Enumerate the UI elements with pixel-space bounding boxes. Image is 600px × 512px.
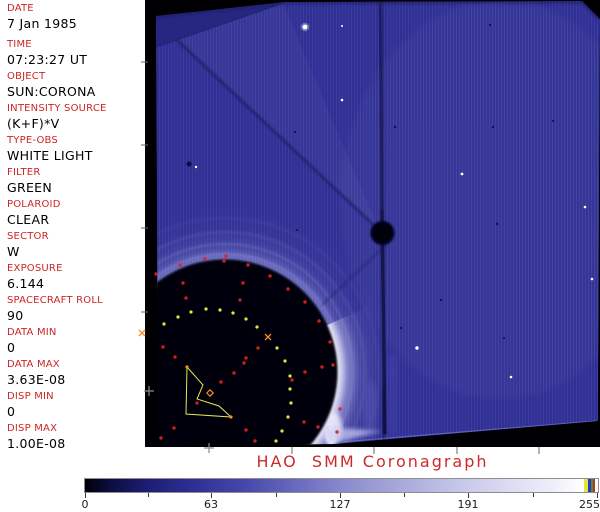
field-value: WHITE LIGHT <box>7 148 93 163</box>
metadata-field: INTENSITY SOURCE (K+F)*V <box>7 103 107 131</box>
field-label: OBJECT <box>7 71 46 82</box>
metadata-field: SPACECRAFT ROLL 90 <box>7 295 103 323</box>
metadata-field: FILTER GREEN <box>7 167 52 195</box>
metadata-field: TYPE-OBS WHITE LIGHT <box>7 135 93 163</box>
metadata-field: DATE 7 Jan 1985 <box>7 3 77 31</box>
field-label: DATE <box>7 3 34 14</box>
colorbar-tick-label: 127 <box>329 498 351 511</box>
field-label: TIME <box>7 39 32 50</box>
field-value: 0 <box>7 340 16 355</box>
field-value: 1.00E-08 <box>7 436 66 451</box>
field-value: CLEAR <box>7 212 50 227</box>
field-label: TYPE-OBS <box>7 135 58 146</box>
metadata-sidebar: DATE 7 Jan 1985 TIME 07:23:27 UT OBJECT SUN:C… <box>0 0 145 451</box>
coronagraph-image <box>145 0 600 447</box>
colorbar-tick-label: 0 <box>81 498 89 511</box>
metadata-field: DATA MIN 0 <box>7 327 57 355</box>
field-label: DATA MAX <box>7 359 60 370</box>
field-label: SECTOR <box>7 231 49 242</box>
colorbar-minor-tick <box>533 493 534 497</box>
field-value: 6.144 <box>7 276 45 291</box>
field-label: DISP MIN <box>7 391 54 402</box>
colorbar-end-stripe <box>593 479 595 492</box>
colorbar-minor-tick <box>404 493 405 497</box>
field-label: EXPOSURE <box>7 263 63 274</box>
field-value: SUN:CORONA <box>7 84 96 99</box>
pylon-ball <box>370 221 395 245</box>
field-value: 0 <box>7 404 16 419</box>
metadata-field: SECTOR W <box>7 231 49 259</box>
colorbar-tick-label: 63 <box>204 498 218 511</box>
field-label: FILTER <box>7 167 41 178</box>
metadata-field: EXPOSURE 6.144 <box>7 263 63 291</box>
field-value: 07:23:27 UT <box>7 52 88 67</box>
field-value: 90 <box>7 308 24 323</box>
colorbar-minor-tick <box>276 493 277 497</box>
colorbar-minor-tick <box>148 493 149 497</box>
field-label: POLAROID <box>7 199 61 210</box>
colorbar-tick-label: 191 <box>457 498 479 511</box>
field-value: GREEN <box>7 180 53 195</box>
field-label: DISP MAX <box>7 423 58 434</box>
app-window: DATE 7 Jan 1985 TIME 07:23:27 UT OBJECT SUN:C… <box>0 0 600 512</box>
field-value: (K+F)*V <box>7 116 60 131</box>
metadata-field: OBJECT SUN:CORONA <box>7 71 96 99</box>
field-value: 3.63E-08 <box>7 372 66 387</box>
intensity-colorbar <box>84 478 599 493</box>
colorbar-tick-label: 255 <box>579 498 600 511</box>
field-label: INTENSITY SOURCE <box>7 103 107 114</box>
field-label: SPACECRAFT ROLL <box>7 295 103 306</box>
metadata-field: DATA MAX 3.63E-08 <box>7 359 66 387</box>
metadata-field: TIME 07:23:27 UT <box>7 39 87 67</box>
metadata-field: POLAROID CLEAR <box>7 199 61 227</box>
image-title: HAO SMM Coronagraph <box>256 452 489 471</box>
field-value: 7 Jan 1985 <box>7 16 77 31</box>
field-label: DATA MIN <box>7 327 57 338</box>
metadata-field: DISP MAX 1.00E-08 <box>7 423 66 451</box>
metadata-field: DISP MIN 0 <box>7 391 54 419</box>
field-value: W <box>7 244 20 259</box>
coronagraph-image-canvas <box>145 0 600 447</box>
